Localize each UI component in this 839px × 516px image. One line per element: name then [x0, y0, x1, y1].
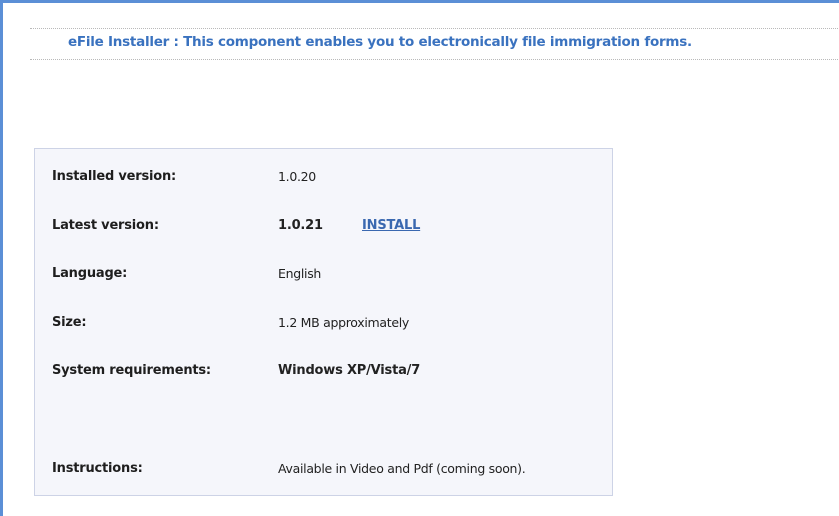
installed-version-value: 1.0.20	[278, 169, 316, 184]
installer-title: eFile Installer : This component enables…	[68, 34, 692, 50]
installer-details-panel: Installed version: 1.0.20 Latest version…	[34, 148, 613, 496]
latest-version-label: Latest version:	[52, 218, 159, 233]
language-value: English	[278, 266, 322, 281]
size-label: Size:	[52, 315, 87, 330]
install-link[interactable]: INSTALL	[362, 218, 420, 233]
language-label: Language:	[52, 266, 128, 281]
instructions-label: Instructions:	[52, 461, 143, 476]
system-requirements-value: Windows XP/Vista/7	[278, 363, 421, 378]
installer-page: eFile Installer : This component enables…	[0, 0, 839, 516]
system-requirements-label: System requirements:	[52, 363, 211, 378]
size-value: 1.2 MB approximately	[278, 315, 410, 330]
installer-header: eFile Installer : This component enables…	[30, 28, 839, 60]
latest-version-value: 1.0.21	[278, 218, 323, 233]
instructions-value: Available in Video and Pdf (coming soon)…	[278, 461, 526, 476]
installed-version-label: Installed version:	[52, 169, 177, 184]
